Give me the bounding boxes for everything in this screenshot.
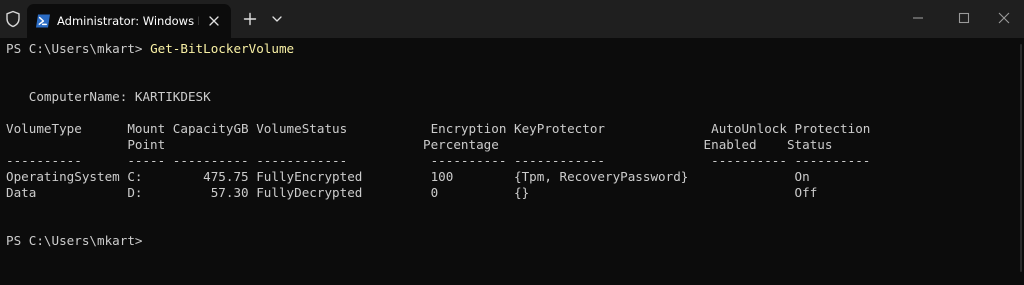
computer-name-line: ComputerName: KARTIKDESK: [6, 89, 211, 104]
close-window-icon[interactable]: [993, 8, 1015, 28]
tab-title: Administrator: Windows PowerShell: [57, 14, 199, 28]
command-text: Get-BitLockerVolume: [150, 41, 295, 56]
new-tab-icon[interactable]: [241, 10, 259, 28]
shield-icon: [6, 10, 20, 28]
maximize-icon[interactable]: [953, 8, 975, 28]
title-bar[interactable]: Administrator: Windows PowerShell: [0, 0, 1024, 38]
table-header-row-1: VolumeType Mount CapacityGB VolumeStatus…: [6, 121, 871, 136]
minimize-icon[interactable]: [907, 8, 929, 28]
table-row: OperatingSystem C: 475.75 FullyEncrypted…: [6, 169, 810, 184]
powershell-icon: [36, 14, 50, 28]
tab-powershell[interactable]: Administrator: Windows PowerShell: [27, 4, 231, 38]
close-tab-icon[interactable]: [205, 12, 223, 30]
table-row: Data D: 57.30 FullyDecrypted 0 {} Off: [6, 185, 818, 200]
chevron-down-icon[interactable]: [269, 10, 285, 28]
table-header-row-2: Point Percentage Enabled Status: [6, 137, 833, 152]
scrollbar[interactable]: [1020, 44, 1022, 272]
terminal-output[interactable]: PS C:\Users\mkart> Get-BitLockerVolume C…: [6, 39, 1018, 279]
final-prompt: PS C:\Users\mkart>: [6, 233, 143, 248]
command-line: PS C:\Users\mkart> Get-BitLockerVolume: [6, 41, 294, 57]
prompt: PS C:\Users\mkart>: [6, 41, 151, 56]
terminal-window: Administrator: Windows PowerShell PS C:\…: [0, 0, 1024, 285]
table-separator: ---------- ----- ---------- ------------…: [6, 153, 871, 168]
